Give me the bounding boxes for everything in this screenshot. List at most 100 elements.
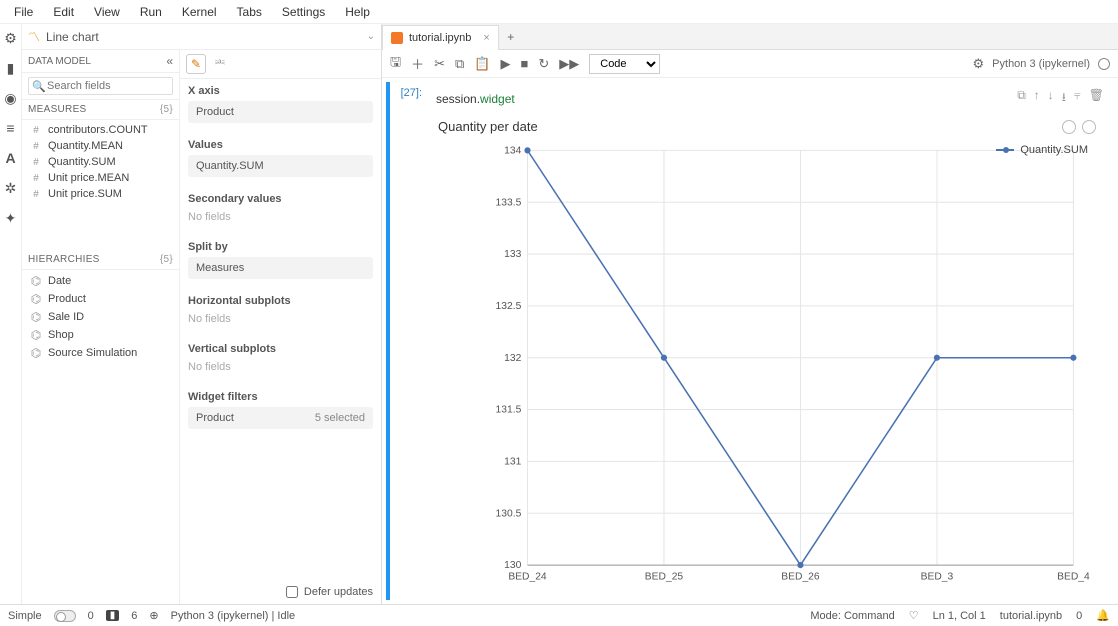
hash-icon: # [30,157,42,168]
hierarchy-item[interactable]: ⌬Source Simulation [22,344,179,362]
tab-filter[interactable]: ⎃ [210,54,230,74]
menu-view[interactable]: View [84,1,130,23]
bell-icon[interactable]: 🔔 [1096,609,1110,622]
measure-item[interactable]: #Unit price.MEAN [22,170,179,186]
menu-run[interactable]: Run [130,1,172,23]
values-dropzone[interactable]: Quantity.SUM [188,155,373,177]
measure-item[interactable]: #Unit price.SUM [22,186,179,202]
code-cell[interactable]: [27]: session.widget ⧉ ↑ ↓ ⭳ ⫧ 🗑 [386,82,1110,600]
running-icon[interactable]: ◉ [3,90,19,106]
menu-edit[interactable]: Edit [43,1,84,23]
gear-icon[interactable]: ⚙ [973,56,985,72]
svg-text:BED_4: BED_4 [1057,572,1090,583]
measure-item[interactable]: # Quantity.SUM [22,154,179,170]
tab-bar: tutorial.ipynb × + [382,24,1118,50]
measure-name: Quantity.SUM [48,156,116,168]
hierarchy-item[interactable]: ⌬Shop [22,326,179,344]
collapse-icon[interactable]: « [166,54,173,68]
branch-icon[interactable]: ⊕ [149,609,158,622]
measure-item[interactable]: #Quantity.MEAN [22,138,179,154]
chart-type-selector[interactable]: 〽 Line chart ⌄ [22,24,381,50]
run-icon[interactable]: ▶ [500,56,510,72]
line-chart-icon: 〽 [28,28,40,45]
add-cell-icon[interactable]: ＋ [411,54,424,73]
code-text[interactable]: session.widget [436,92,515,106]
hierarchy-icon: ⌬ [30,274,42,288]
svg-text:134: 134 [504,145,521,156]
splitby-dropzone[interactable]: Measures [188,257,373,279]
hierarchy-item[interactable]: ⌬Sale ID [22,308,179,326]
kernel-name[interactable]: Python 3 (ipykernel) [992,58,1090,70]
svg-text:BED_25: BED_25 [645,572,684,583]
vsub-label: Vertical subplots [188,343,373,355]
sb-pos: Ln 1, Col 1 [933,610,986,622]
chevron-down-icon: ⌄ [367,31,375,42]
restart-icon[interactable]: ↻ [538,56,549,72]
notebook-toolbar: 🖫 ＋ ✂ ⧉ 📋 ▶ ■ ↻ ▶▶ Code ⚙ Python 3 (ipyk… [382,50,1118,78]
output-action-2-icon[interactable] [1082,120,1096,134]
values-label: Values [188,139,373,151]
left-panel: 〽 Line chart ⌄ DATA MODEL « 🔍 MEASURES [22,24,382,604]
move-up-icon[interactable]: ↑ [1034,88,1040,109]
output-action-1-icon[interactable] [1062,120,1076,134]
defer-updates-checkbox[interactable] [286,586,298,598]
notebook-icon [391,32,403,44]
stop-icon[interactable]: ■ [520,56,528,71]
svg-text:BED_3: BED_3 [921,572,954,583]
paste-icon[interactable]: 📋 [474,56,490,72]
menu-file[interactable]: File [4,1,43,23]
font-icon[interactable]: A [3,150,19,166]
menu-kernel[interactable]: Kernel [172,1,227,23]
sb-file[interactable]: tutorial.ipynb [1000,610,1062,622]
kernel-status-icon[interactable] [1098,58,1110,70]
hierarchies-list: ⌬Date⌬Product⌬Sale ID⌬Shop⌬Source Simula… [22,270,179,364]
simple-toggle[interactable] [54,610,76,622]
hsub-empty: No fields [188,311,373,327]
extension-icon[interactable]: ✲ [3,180,19,196]
notebook-panel: tutorial.ipynb × + 🖫 ＋ ✂ ⧉ 📋 ▶ ■ ↻ ▶▶ Co… [382,24,1118,604]
filters-dropzone[interactable]: Product 5 selected [188,407,373,429]
svg-text:131: 131 [504,456,521,467]
puzzle-icon[interactable]: ✦ [3,210,19,226]
tab-style[interactable]: ✎ [186,54,206,74]
xaxis-dropzone[interactable]: Product [188,101,373,123]
hash-icon: # [30,189,42,200]
measure-item[interactable]: #contributors.COUNT [22,122,179,138]
svg-text:131.5: 131.5 [496,405,522,416]
cell-type-select[interactable]: Code [589,54,660,74]
hierarchy-item[interactable]: ⌬Date [22,272,179,290]
secondary-label: Secondary values [188,193,373,205]
search-fields-input[interactable] [28,77,173,95]
insert-icon[interactable]: ⫧ [1074,88,1081,109]
shield-icon[interactable]: ♡ [909,609,919,622]
menu-help[interactable]: Help [335,1,380,23]
sb-notif: 0 [1076,610,1082,622]
save-icon[interactable]: 🖫 [390,53,401,75]
folder-icon[interactable]: ▮ [3,60,19,76]
hierarchy-name: Sale ID [48,311,84,323]
terminal-badge[interactable]: ▮ [106,610,120,621]
duplicate-icon[interactable]: ⧉ [1017,88,1026,109]
svg-text:132.5: 132.5 [496,301,522,312]
svg-text:132: 132 [504,353,521,364]
hierarchy-item[interactable]: ⌬Product [22,290,179,308]
cell-output: Quantity per date Quantity.SUM 13 [430,111,1110,596]
sb-kernel[interactable]: Python 3 (ipykernel) | Idle [171,610,296,622]
download-icon[interactable]: ⭳ [1062,88,1066,109]
legend-marker-icon [996,149,1014,151]
chart-type-label: Line chart [46,30,361,44]
close-icon[interactable]: × [483,32,489,44]
fastforward-icon[interactable]: ▶▶ [559,56,579,72]
measure-name: contributors.COUNT [48,124,148,136]
menu-settings[interactable]: Settings [272,1,335,23]
svg-text:133.5: 133.5 [496,197,522,208]
menu-tabs[interactable]: Tabs [227,1,272,23]
add-tab-button[interactable]: + [499,25,523,49]
config-icon[interactable]: ⚙ [3,30,19,46]
move-down-icon[interactable]: ↓ [1048,88,1054,109]
copy-icon[interactable]: ⧉ [455,56,464,72]
toc-icon[interactable]: ≡ [3,120,19,136]
delete-icon[interactable]: 🗑 [1089,88,1104,109]
notebook-tab[interactable]: tutorial.ipynb × [382,25,499,50]
cut-icon[interactable]: ✂ [434,56,445,72]
